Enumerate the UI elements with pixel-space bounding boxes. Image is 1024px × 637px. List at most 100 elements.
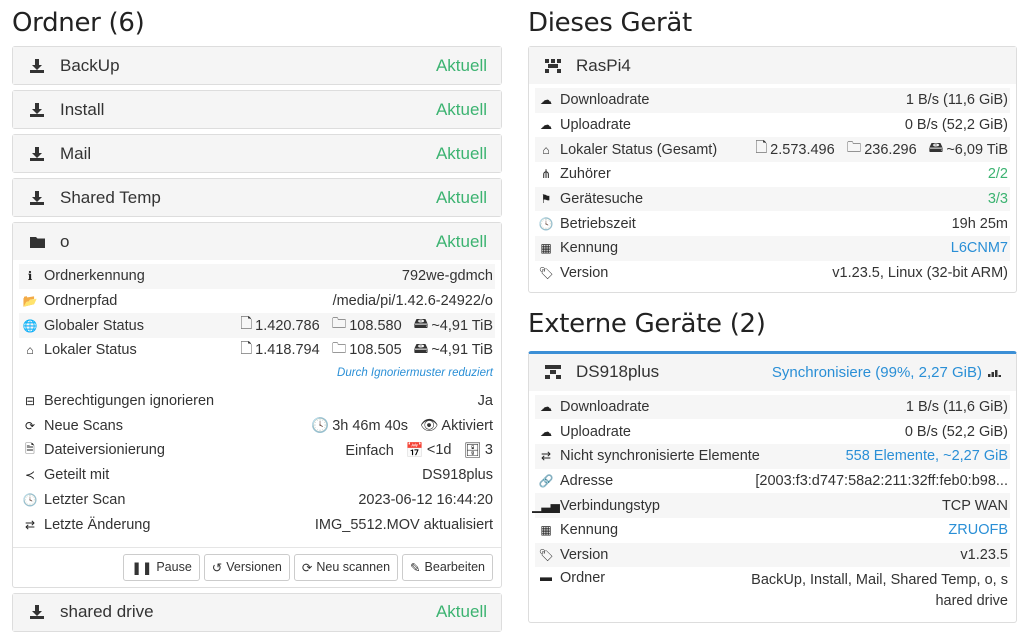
pencil-icon: ✎ [410,560,421,575]
folder-panel-shared-drive[interactable]: shared drive Aktuell [12,592,502,632]
folder-panel-shared-temp[interactable]: Shared Temp Aktuell [12,178,502,217]
pause-icon: ❚❚ [131,560,153,575]
remote-device-header[interactable]: DS918plus Synchronisiere (99%, 2,27 GiB) [529,353,1016,391]
remote-folders-row: ▬ Ordner BackUp, Install, Mail, Shared T… [540,570,1008,610]
share-icon: ≺ [24,468,36,483]
download-icon [29,102,45,117]
ignore-pattern-note[interactable]: Durch Ignoriermuster reduziert [337,367,493,379]
file-icon: 🗋 1.420.786 [240,316,320,334]
link-icon: 🔗 [538,473,554,488]
cloud-download-icon: ☁ [540,399,552,414]
shared-with-row: ≺ Geteilt mit DS918plus [19,462,495,488]
this-device-heading: Dieses Gerät [528,8,692,38]
remote-version-row: 🏷 Version v1.23.5 [535,542,1010,568]
edit-button[interactable]: ✎ Bearbeiten [402,553,493,581]
devices-column: Dieses Gerät RasPi4 ☁ Downloadrate 1 B/s… [528,0,1017,628]
device-identicon-icon [545,365,561,379]
folder-path-row: 📂 Ordnerpfad /media/pi/1.42.6-24922/o [22,293,493,310]
sitemap-icon: ⋔ [540,167,552,182]
discovery-value[interactable]: 3/3 [988,191,1008,207]
clock-icon: 🕓 [22,492,38,507]
signal-icon: ▁▃▅ [532,498,560,513]
rescan-row: ⟳ Neue Scans 🕓 3h 46m 40s 👁 Aktiviert [19,413,495,439]
upload-rate-row: ☁ Uploadrate 0 B/s (52,2 GiB) [540,423,1008,440]
folder-header[interactable]: o Aktuell [13,223,501,260]
versions-button[interactable]: ↺ Versionen [203,553,290,581]
clock-icon: 🕓 3h 46m 40s [311,417,408,435]
hdd-icon: 🖴 ~4,91 TiB [413,316,493,334]
rescan-button[interactable]: ⟳ Neu scannen [293,553,399,581]
this-device-panel[interactable]: RasPi4 ☁ Downloadrate 1 B/s (11,6 GiB) ☁… [528,46,1017,293]
archive-icon: 🗄 3 [463,442,494,459]
discovery-row: ⚑ Gerätesuche 3/3 [535,186,1010,212]
out-of-sync-link[interactable]: 558 Elemente, ~2,27 GiB [846,448,1008,464]
folder-state: Aktuell [435,231,487,251]
folder-actions: ❚❚ Pause ↺ Versionen ⟳ Neu scannen ✎ Bearbei… [13,546,501,587]
last-change-row: ⇄ Letzte Änderung IMG_5512.MOV aktualisi… [19,512,495,537]
last-scan-row: 🕓 Letzter Scan 2023-06-12 16:44:20 [19,487,495,513]
folder-name: Mail [60,143,92,163]
folder-outline-icon: 🗀 108.580 [331,316,402,334]
folder-header[interactable]: shared drive Aktuell [13,593,501,631]
folder-state: Aktuell [435,99,487,119]
folder-header[interactable]: BackUp Aktuell [13,47,501,84]
device-identicon-icon [545,58,561,73]
hdd-icon: 🖴 ~4,91 TiB [413,340,493,359]
upload-rate-row: ☁ Uploadrate 0 B/s (52,2 GiB) [540,117,1008,134]
signal-bars-icon [988,362,1002,382]
remote-id-link[interactable]: ZRUOFB [948,522,1008,538]
folder-panel-install[interactable]: Install Aktuell [12,90,502,129]
folder-outline-icon: 🗀 108.505 [331,340,402,359]
address-row: 🔗 Adresse [2003:f3:d747:58a2:211:32ff:fe… [538,472,1008,489]
folder-panel-mail[interactable]: Mail Aktuell [12,134,502,173]
versioning-row: 🗎 Dateiversionierung Einfach 📅 <1d 🗄 3 [19,438,495,463]
folder-name: Install [60,99,105,119]
listeners-row: ⋔ Zuhörer 2/2 [540,166,1008,183]
download-icon [29,605,45,620]
download-icon [29,146,45,161]
device-name: RasPi4 [576,55,631,75]
qrcode-icon: ▦ [540,241,552,256]
remote-device-name: DS918plus [576,362,660,381]
listeners-value[interactable]: 2/2 [988,166,1008,182]
device-header[interactable]: RasPi4 [529,47,1016,84]
folders-column: Ordner (6) BackUp Aktuell Install Aktuel… [12,0,502,637]
download-rate-row: ☁ Downloadrate 1 B/s (11,6 GiB) [535,88,1010,113]
cloud-upload-icon: ☁ [540,118,552,133]
exchange-icon: ⇄ [24,517,36,532]
out-of-sync-row: ⇄ Nicht synchronisierte Elemente 558 Ele… [535,443,1010,469]
global-status-row: 🌐 Globaler Status 🗋 1.420.786 🗀 108.580 🖴 ~… [19,313,495,339]
folder-name: o [60,231,70,251]
tag-icon: 🏷 [538,547,554,562]
folder-header[interactable]: Install Aktuell [13,91,501,128]
folder-name: Shared Temp [60,187,161,207]
globe-icon: 🌐 [22,318,38,333]
folder-panel-backup[interactable]: BackUp Aktuell [12,46,502,85]
remote-device-panel[interactable]: DS918plus Synchronisiere (99%, 2,27 GiB)… [528,350,1017,624]
download-icon [29,190,45,205]
folder-panel-o[interactable]: o Aktuell ℹ Ordnerkennung 792we-gdmch 📂 … [12,222,502,588]
local-total-row: ⌂ Lokaler Status (Gesamt) 🗋 2.573.496 🗀 23… [535,137,1010,163]
remote-id-row: ▦ Kennung ZRUOFB [540,522,1008,539]
tag-icon: 🏷 [538,266,554,281]
folder-id-row: ℹ Ordnerkennung 792we-gdmch [19,264,495,289]
folder-state: Aktuell [435,55,487,75]
folder-open-icon: 📂 [22,294,38,309]
pause-button[interactable]: ❚❚ Pause [123,553,200,581]
exchange-icon: ⇄ [540,449,552,464]
signpost-icon: ⚑ [540,192,552,207]
ignore-perms-row: ⊟ Berechtigungen ignorieren Ja [19,388,495,414]
cloud-download-icon: ☁ [540,93,552,108]
folder-header[interactable]: Shared Temp Aktuell [13,179,501,216]
download-rate-row: ☁ Downloadrate 1 B/s (11,6 GiB) [535,394,1010,420]
refresh-icon: ⟳ [301,560,313,575]
remote-device-details: ☁ Downloadrate 1 B/s (11,6 GiB) ☁ Upload… [529,391,1016,623]
calendar-icon: 📅 <1d [405,442,452,459]
folders-heading: Ordner (6) [12,8,145,38]
folder-header[interactable]: Mail Aktuell [13,135,501,172]
folder-details: ℹ Ordnerkennung 792we-gdmch 📂 Ordnerpfad… [13,260,501,543]
file-icon: 🗎 [25,441,35,456]
eye-icon: 👁 Aktiviert [420,417,493,435]
qrcode-icon: ▦ [540,523,552,538]
device-id-link[interactable]: L6CNM7 [951,240,1008,256]
